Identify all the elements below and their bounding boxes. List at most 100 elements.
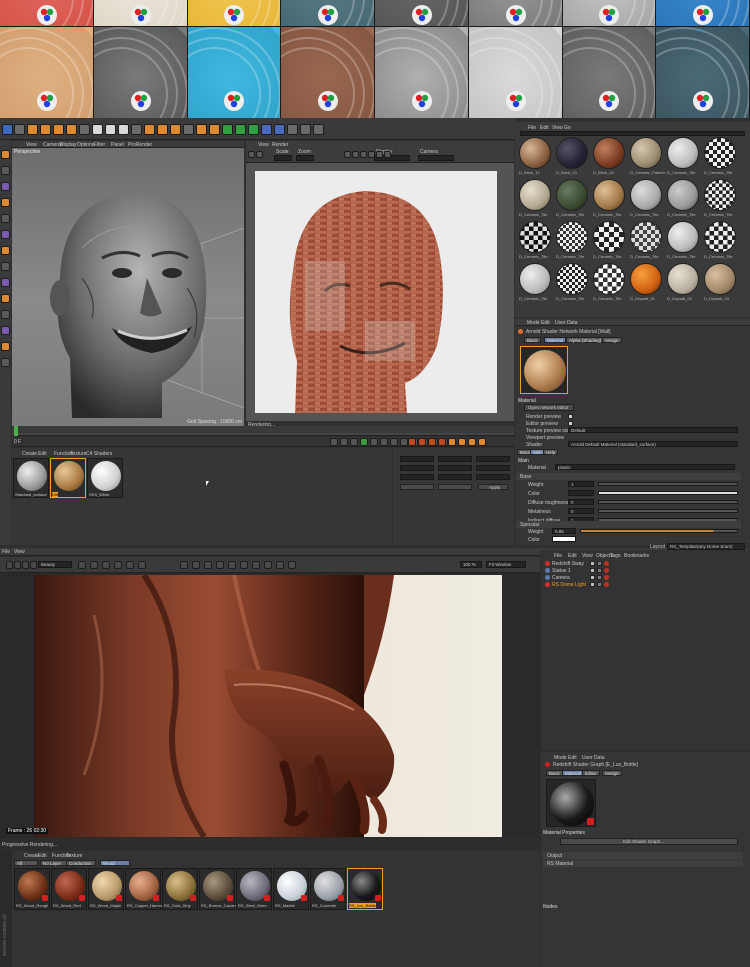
open-network-editor-button[interactable]: Open network editor bbox=[524, 404, 574, 411]
toolbar-button[interactable] bbox=[196, 124, 207, 135]
browser-material-sphere[interactable] bbox=[630, 221, 662, 253]
browser-material-sphere[interactable] bbox=[519, 221, 551, 253]
coordinate-field[interactable] bbox=[400, 465, 434, 471]
browser-material-sphere[interactable] bbox=[593, 137, 625, 169]
attr-menu-item[interactable]: User Data bbox=[555, 320, 578, 326]
material-thumb[interactable]: RS_Gold_Dirty bbox=[162, 868, 198, 910]
attr-spec-value[interactable]: 0.85 bbox=[552, 528, 576, 534]
render-tool-button[interactable] bbox=[14, 561, 21, 569]
attr-tab[interactable]: Assign bbox=[602, 337, 622, 343]
render-tool-button[interactable] bbox=[22, 561, 29, 569]
attr-collapsible-row[interactable]: RS Material bbox=[543, 860, 743, 867]
attr-base-value[interactable] bbox=[568, 490, 594, 496]
playback-button[interactable] bbox=[340, 438, 348, 446]
attr-spec-value[interactable] bbox=[552, 536, 576, 542]
render-tool-button[interactable] bbox=[180, 561, 188, 569]
attr-menu-item[interactable]: Mode bbox=[527, 320, 540, 326]
left-tool-button[interactable] bbox=[1, 342, 10, 351]
coordinate-field[interactable] bbox=[400, 456, 434, 462]
object-name[interactable]: Statue 1 bbox=[552, 568, 571, 574]
render-view-field[interactable] bbox=[418, 155, 454, 161]
toolbar-button[interactable] bbox=[222, 124, 233, 135]
playback-button[interactable] bbox=[370, 438, 378, 446]
render-view[interactable] bbox=[246, 163, 514, 421]
zoom-dropdown[interactable]: 100 % bbox=[460, 561, 482, 568]
playback-button[interactable] bbox=[400, 438, 408, 446]
attr-tab[interactable]: Alpha (Shading) bbox=[566, 337, 605, 343]
browser-material-sphere[interactable] bbox=[667, 263, 699, 295]
browser-material-sphere[interactable] bbox=[593, 221, 625, 253]
render-tool-button[interactable] bbox=[288, 561, 296, 569]
render-channel-dropdown[interactable]: Beauty bbox=[38, 561, 72, 568]
toolbar-button[interactable] bbox=[157, 124, 168, 135]
browser-material-sphere[interactable] bbox=[630, 179, 662, 211]
attr-tab[interactable]: Material bbox=[562, 770, 585, 776]
coordinate-mode-dropdown[interactable] bbox=[438, 484, 472, 490]
render-tool-button[interactable] bbox=[126, 561, 134, 569]
render-view-tool[interactable] bbox=[344, 151, 351, 158]
layout-dropdown[interactable]: RS_Template(any Dome Sram) bbox=[667, 543, 745, 550]
render-tool-button[interactable] bbox=[138, 561, 146, 569]
browser-material-sphere[interactable] bbox=[704, 221, 736, 253]
browser-material-sphere[interactable] bbox=[630, 137, 662, 169]
playback-button[interactable] bbox=[390, 438, 398, 446]
coordinate-mode-dropdown[interactable] bbox=[400, 484, 434, 490]
attr-tab[interactable]: Editor bbox=[582, 770, 600, 776]
left-tool-button[interactable] bbox=[1, 310, 10, 319]
render-view-tool[interactable] bbox=[368, 151, 375, 158]
attr-dropdown[interactable]: Default bbox=[568, 427, 738, 433]
left-tool-button[interactable] bbox=[1, 230, 10, 239]
material-filter-tab[interactable]: All bbox=[14, 860, 38, 866]
render-view-tool[interactable] bbox=[384, 151, 391, 158]
object-name[interactable]: Camera bbox=[552, 575, 570, 581]
toolbar-button[interactable] bbox=[118, 124, 129, 135]
render-view-menu-item[interactable]: View bbox=[258, 142, 269, 148]
material-thumb[interactable]: RS_Wood_Red bbox=[51, 868, 87, 910]
object-visibility-toggle[interactable] bbox=[590, 568, 595, 573]
material-thumb[interactable]: RS_Marble bbox=[273, 868, 309, 910]
attr-checkbox[interactable] bbox=[568, 414, 573, 419]
browser-material-sphere[interactable] bbox=[556, 221, 588, 253]
attr-menu-item[interactable]: Edit bbox=[568, 755, 577, 761]
material-menu-item[interactable]: Create bbox=[24, 853, 39, 859]
material-thumb[interactable]: SSS_White bbox=[87, 458, 123, 498]
object-render-toggle[interactable] bbox=[597, 568, 602, 573]
render-tool-button[interactable] bbox=[228, 561, 236, 569]
attr-dropdown[interactable]: Arnold Default Material (standard_surfac… bbox=[568, 441, 738, 447]
material-filter-tab[interactable]: Wood bbox=[100, 860, 130, 866]
attr-spec-slider[interactable] bbox=[580, 529, 738, 533]
coordinate-field[interactable] bbox=[476, 456, 510, 462]
toolbar-button[interactable] bbox=[248, 124, 259, 135]
toolbar-button[interactable] bbox=[261, 124, 272, 135]
browser-material-sphere[interactable] bbox=[704, 137, 736, 169]
toolbar-button[interactable] bbox=[14, 124, 25, 135]
material-thumb[interactable]: RS_Steel_Worn bbox=[236, 868, 272, 910]
undo-button[interactable] bbox=[2, 124, 13, 135]
render-view-tool[interactable] bbox=[248, 151, 255, 158]
render-tool-button[interactable] bbox=[264, 561, 272, 569]
object-visibility-toggle[interactable] bbox=[590, 561, 595, 566]
render-tool-button[interactable] bbox=[204, 561, 212, 569]
attr-menu-item[interactable]: Edit bbox=[541, 320, 550, 326]
render-tool-button[interactable] bbox=[192, 561, 200, 569]
left-tool-button[interactable] bbox=[1, 278, 10, 287]
object-render-toggle[interactable] bbox=[597, 575, 602, 580]
render-tool-button[interactable] bbox=[240, 561, 248, 569]
left-tool-button[interactable] bbox=[1, 326, 10, 335]
toolbar-button[interactable] bbox=[105, 124, 116, 135]
object-visibility-toggle[interactable] bbox=[590, 582, 595, 587]
render-view-tool[interactable] bbox=[376, 151, 383, 158]
material-thumb[interactable]: Standard_surface bbox=[13, 458, 49, 498]
render-view-tool[interactable] bbox=[352, 151, 359, 158]
viewport[interactable]: Perspective Grid Spacing : 10000 cm bbox=[12, 148, 244, 426]
render-view-tool[interactable] bbox=[360, 151, 367, 158]
keyframe-button[interactable] bbox=[458, 438, 466, 446]
toolbar-button[interactable] bbox=[131, 124, 142, 135]
left-tool-button[interactable] bbox=[1, 358, 10, 367]
attr-menu-item[interactable]: Mode bbox=[554, 755, 567, 761]
attr-base-slider[interactable] bbox=[598, 500, 738, 504]
keyframe-button[interactable] bbox=[448, 438, 456, 446]
toolbar-button[interactable] bbox=[287, 124, 298, 135]
browser-material-sphere[interactable] bbox=[556, 179, 588, 211]
browser-material-sphere[interactable] bbox=[593, 179, 625, 211]
